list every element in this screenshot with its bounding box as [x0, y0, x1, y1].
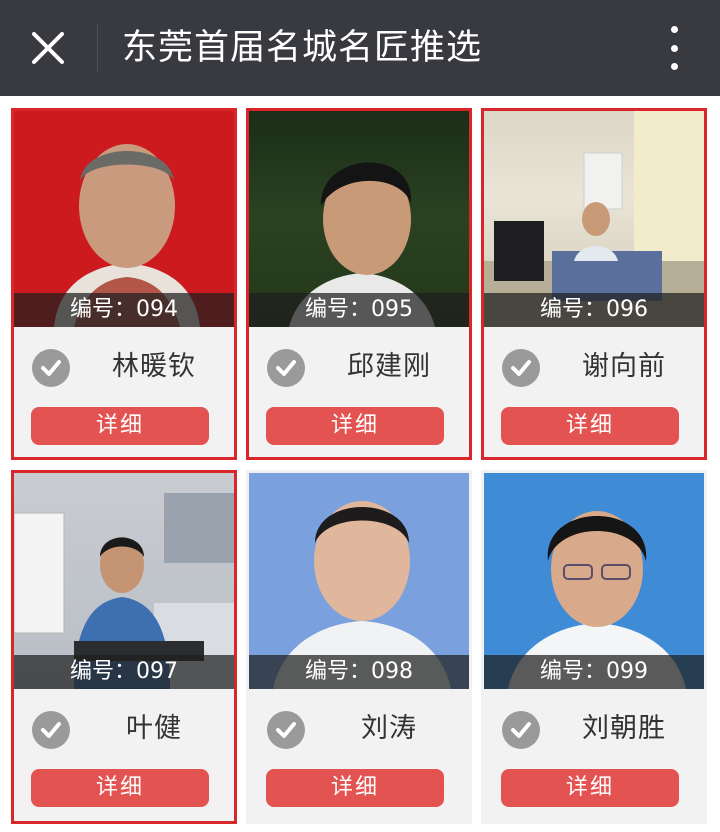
candidate-name: 林暖钦	[112, 351, 196, 382]
detail-button[interactable]: 详细	[266, 407, 444, 445]
candidate-photo: 编号：096	[484, 111, 704, 327]
candidate-photo: 编号：097	[14, 473, 234, 689]
close-button[interactable]	[18, 18, 78, 78]
page-title: 东莞首届名城名匠推选	[122, 28, 483, 68]
candidate-card[interactable]: 编号：094 林暖钦 详细	[11, 108, 237, 460]
vote-check-button[interactable]	[267, 349, 305, 387]
vote-check-button[interactable]	[267, 711, 305, 749]
candidate-name: 刘涛	[361, 713, 417, 744]
check-icon	[511, 360, 531, 376]
check-icon	[276, 722, 296, 738]
candidate-code: 编号：099	[484, 655, 704, 689]
candidate-card[interactable]: 编号：095 邱建刚 详细	[246, 108, 472, 460]
candidate-photo: 编号：099	[484, 473, 704, 689]
detail-button[interactable]: 详细	[501, 407, 679, 445]
check-icon	[41, 360, 61, 376]
candidate-card[interactable]: 编号：097 叶健 详细	[11, 470, 237, 824]
candidate-card[interactable]: 编号：099 刘朝胜 详细	[481, 470, 707, 824]
candidate-name: 邱建刚	[347, 351, 431, 382]
candidate-photo: 编号：094	[14, 111, 234, 327]
detail-button[interactable]: 详细	[501, 769, 679, 807]
candidate-name: 叶健	[126, 713, 182, 744]
candidate-card[interactable]: 编号：096 谢向前 详细	[481, 108, 707, 460]
check-icon	[511, 722, 531, 738]
vote-check-button[interactable]	[502, 711, 540, 749]
detail-button[interactable]: 详细	[266, 769, 444, 807]
candidate-code: 编号：097	[14, 655, 234, 689]
candidate-name: 刘朝胜	[582, 713, 666, 744]
close-icon	[32, 32, 64, 64]
candidate-code: 编号：098	[249, 655, 469, 689]
vote-check-button[interactable]	[32, 349, 70, 387]
check-icon	[276, 360, 296, 376]
vote-check-button[interactable]	[502, 349, 540, 387]
candidate-card[interactable]: 编号：098 刘涛 详细	[246, 470, 472, 824]
candidate-code: 编号：095	[249, 293, 469, 327]
candidate-photo: 编号：098	[249, 473, 469, 689]
candidate-code: 编号：096	[484, 293, 704, 327]
more-vertical-icon	[670, 26, 678, 33]
top-bar: 东莞首届名城名匠推选	[0, 0, 720, 96]
candidate-code: 编号：094	[14, 293, 234, 327]
detail-button[interactable]: 详细	[31, 407, 209, 445]
candidate-photo: 编号：095	[249, 111, 469, 327]
candidate-grid: 编号：094 林暖钦 详细 编号：095 邱建刚 详细 编号：096 谢向前 详…	[0, 96, 720, 832]
candidate-name: 谢向前	[582, 351, 666, 382]
detail-button[interactable]: 详细	[31, 769, 209, 807]
vote-check-button[interactable]	[32, 711, 70, 749]
check-icon	[41, 722, 61, 738]
header-divider	[97, 24, 98, 72]
more-button[interactable]	[654, 22, 694, 74]
